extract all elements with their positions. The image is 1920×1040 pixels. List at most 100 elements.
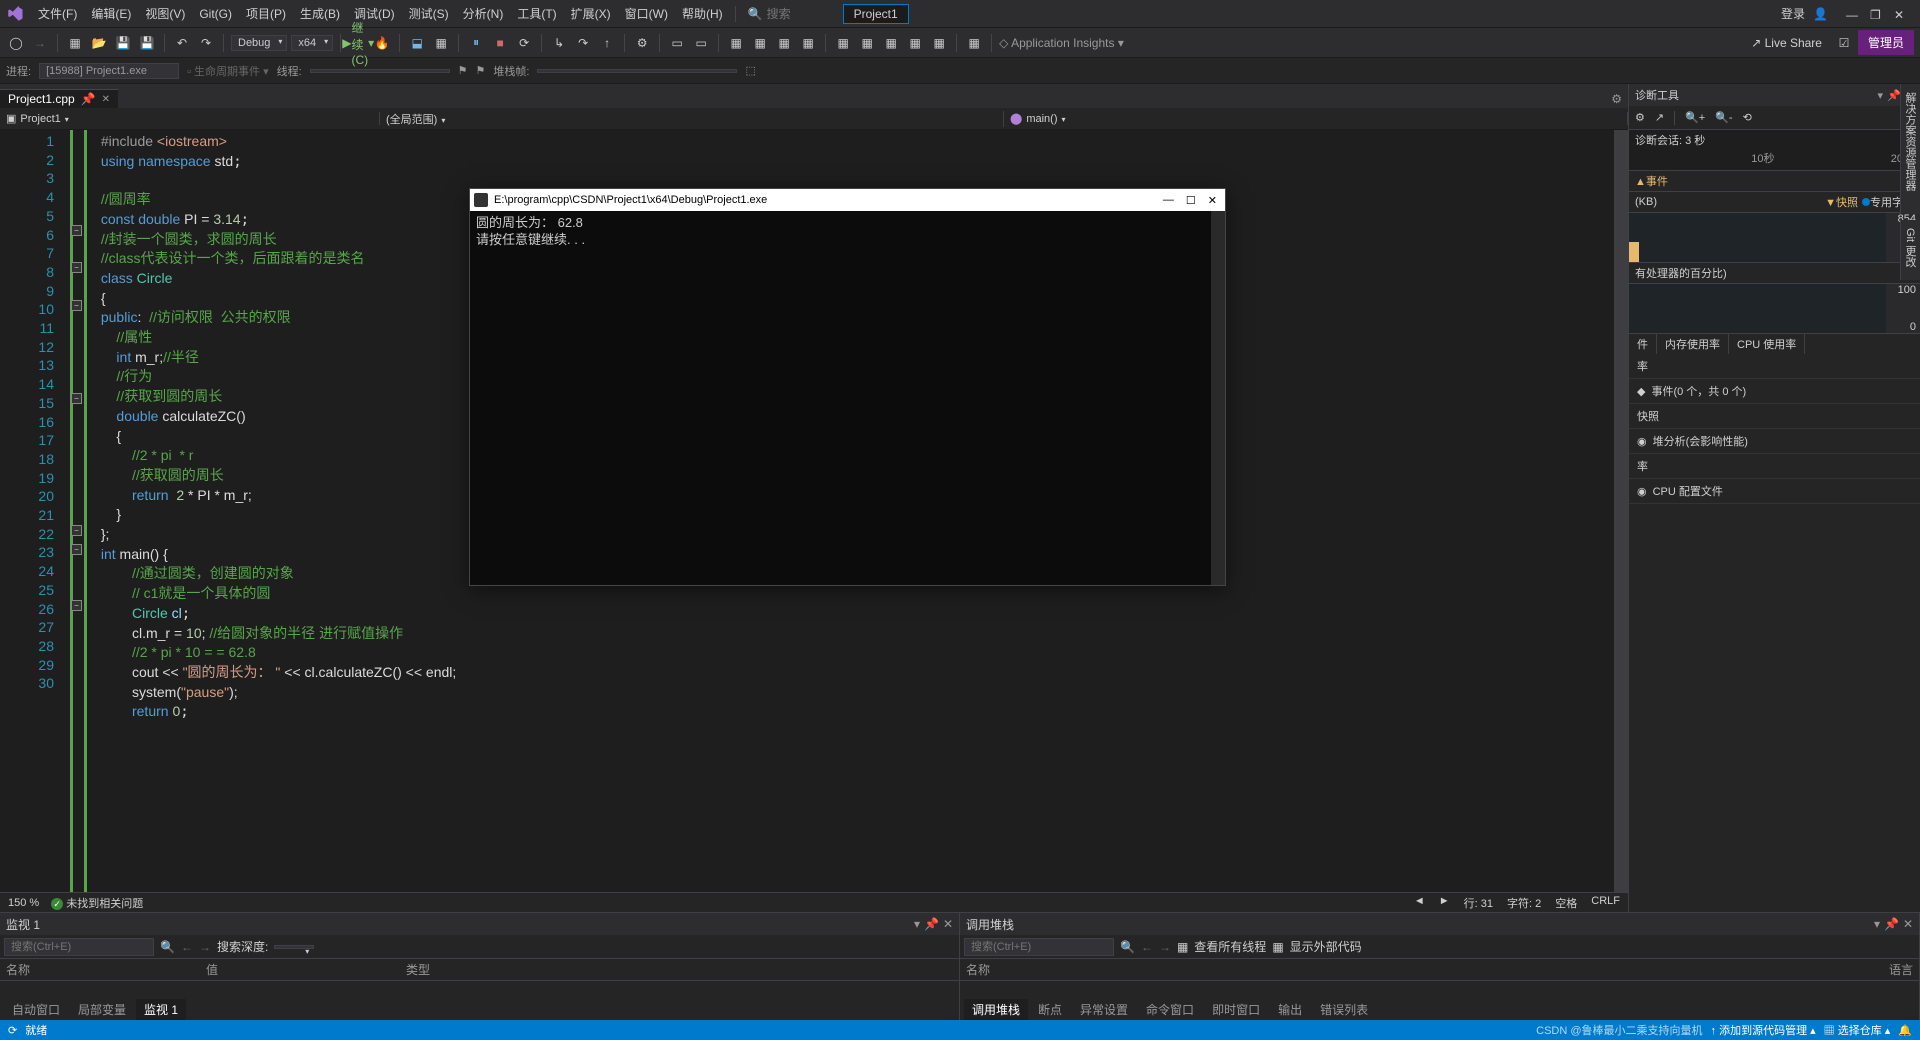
diag-item[interactable]: 快照 xyxy=(1629,404,1920,429)
proc-select[interactable]: [15988] Project1.exe xyxy=(39,63,179,79)
menu-help[interactable]: 帮助(H) xyxy=(676,3,729,24)
zoom-label[interactable]: 150 % xyxy=(8,897,39,909)
search-icon[interactable]: 🔍 xyxy=(160,940,175,954)
tb-icon-4[interactable]: ▭ xyxy=(667,33,687,53)
stack-select[interactable] xyxy=(537,69,737,73)
status-repo[interactable]: ↑ 添加到源代码管理 ▴ xyxy=(1711,1022,1816,1038)
tab-auto[interactable]: 自动窗口 xyxy=(4,999,68,1020)
menu-analyze[interactable]: 分析(N) xyxy=(457,3,510,24)
nav-fwd-icon[interactable]: → xyxy=(199,940,211,954)
menu-view[interactable]: 视图(V) xyxy=(139,3,191,24)
pause-icon[interactable]: ⏸ xyxy=(466,33,486,53)
diag-item[interactable]: ◆事件(0 个，共 0 个) xyxy=(1629,379,1920,404)
tb-grid7-icon[interactable]: ▦ xyxy=(881,33,901,53)
step-over-icon[interactable]: ↷ xyxy=(573,33,593,53)
nav-right-icon[interactable]: ► xyxy=(1439,895,1450,911)
menu-git[interactable]: Git(G) xyxy=(193,5,238,23)
close-icon[interactable]: ✕ xyxy=(1894,8,1906,20)
menu-tools[interactable]: 工具(T) xyxy=(511,3,562,24)
tab-pin-icon[interactable]: 📌 xyxy=(81,92,96,106)
diag-zoomin-icon[interactable]: 🔍+ xyxy=(1685,111,1705,124)
minimize-icon[interactable]: — xyxy=(1846,8,1858,20)
tb-icon-5[interactable]: ▭ xyxy=(691,33,711,53)
restart-icon[interactable]: ⟳ xyxy=(514,33,534,53)
tb2-icon3[interactable]: ⬚ xyxy=(745,64,755,77)
diag-item[interactable]: 率 xyxy=(1629,454,1920,479)
thread-select[interactable] xyxy=(310,69,450,73)
user-icon[interactable]: 👤 xyxy=(1813,7,1828,21)
watch-search-input[interactable] xyxy=(4,938,154,956)
tb-grid1-icon[interactable]: ▦ xyxy=(726,33,746,53)
gear-icon[interactable]: ⚙ xyxy=(1605,90,1628,108)
signin-link[interactable]: 登录 xyxy=(1781,5,1805,22)
tab-watch1[interactable]: 监视 1 xyxy=(136,999,186,1020)
menu-window[interactable]: 窗口(W) xyxy=(619,3,674,24)
tb-grid10-icon[interactable]: ▦ xyxy=(964,33,984,53)
console-scrollbar[interactable] xyxy=(1211,211,1225,585)
diag-mem-chart[interactable]: 8540 xyxy=(1629,212,1920,262)
callstack-search-input[interactable] xyxy=(964,938,1114,956)
fwd-icon[interactable]: → xyxy=(30,33,50,53)
feedback-icon[interactable]: ☑ xyxy=(1834,33,1854,53)
col-name[interactable]: 名称 xyxy=(966,961,1889,978)
tb-grid3-icon[interactable]: ▦ xyxy=(774,33,794,53)
nav-scope[interactable]: (全局范围) xyxy=(386,111,445,127)
step-out-icon[interactable]: ↑ xyxy=(597,33,617,53)
menu-extensions[interactable]: 扩展(X) xyxy=(565,3,617,24)
diag-item[interactable]: ◉CPU 配置文件 xyxy=(1629,479,1920,504)
tb-icon-2[interactable]: ▦ xyxy=(431,33,451,53)
status-bell-icon[interactable]: 🔔 xyxy=(1898,1024,1912,1037)
tab-immediate[interactable]: 即时窗口 xyxy=(1204,999,1268,1020)
tb-grid8-icon[interactable]: ▦ xyxy=(905,33,925,53)
issues-indicator[interactable]: ✓ 未找到相关问题 xyxy=(51,895,143,911)
nav-back-icon[interactable]: ← xyxy=(181,940,193,954)
console-output[interactable]: 圆的周长为： 62.8 请按任意键继续. . . xyxy=(470,211,1211,585)
editor-scrollbar[interactable] xyxy=(1614,130,1628,892)
panel-close-icon[interactable]: ✕ xyxy=(943,917,953,931)
console-titlebar[interactable]: E:\program\cpp\CSDN\Project1\x64\Debug\P… xyxy=(470,189,1225,211)
tab-project1-cpp[interactable]: Project1.cpp 📌 ✕ xyxy=(0,89,118,108)
redo-icon[interactable]: ↷ xyxy=(196,33,216,53)
tab-close-icon[interactable]: ✕ xyxy=(102,94,110,105)
nav-back-icon[interactable]: ← xyxy=(1141,940,1153,954)
save-icon[interactable]: 💾 xyxy=(113,33,133,53)
vtab-git[interactable]: Git 更改 xyxy=(1900,220,1920,280)
panel-close-icon[interactable]: ✕ xyxy=(1903,917,1913,931)
con-min-icon[interactable]: — xyxy=(1163,194,1174,207)
diag-zoomout-icon[interactable]: 🔍- xyxy=(1715,111,1732,124)
nav-func[interactable]: main() xyxy=(1026,113,1065,125)
diag-gear-icon[interactable]: ⚙ xyxy=(1635,111,1645,124)
menu-test[interactable]: 测试(S) xyxy=(403,3,455,24)
lifecycle-label[interactable]: ▫ 生命周期事件 ▾ xyxy=(187,63,269,79)
tb-icon-1[interactable]: ⬓ xyxy=(407,33,427,53)
diag-events-row[interactable]: ▲事件 ⏸ xyxy=(1629,170,1920,191)
tb-grid2-icon[interactable]: ▦ xyxy=(750,33,770,53)
search-icon[interactable]: 🔍 xyxy=(1120,940,1135,954)
panel-dd-icon[interactable]: ▾ xyxy=(914,917,920,931)
global-search[interactable]: 🔍 xyxy=(742,7,833,21)
col-type[interactable]: 类型 xyxy=(406,961,430,978)
continue-button[interactable]: ▶ 继续(C) ▾ xyxy=(348,33,368,53)
search-input[interactable] xyxy=(767,7,827,21)
status-select-repo[interactable]: ▦ 选择仓库 ▴ xyxy=(1824,1022,1891,1038)
nav-left-icon[interactable]: ◄ xyxy=(1414,895,1425,911)
ext-code-icon[interactable]: ▦ xyxy=(1272,940,1283,954)
fold-column[interactable]: − − − − − − − xyxy=(70,130,84,892)
back-icon[interactable]: ◯ xyxy=(6,33,26,53)
menu-file[interactable]: 文件(F) xyxy=(32,3,83,24)
config-select[interactable]: Debug xyxy=(231,35,287,51)
diag-item[interactable]: 率 xyxy=(1629,354,1920,379)
vtab-solution-explorer[interactable]: 解决方案资源管理器 xyxy=(1900,84,1920,214)
diag-item[interactable]: ◉堆分析(会影响性能) xyxy=(1629,429,1920,454)
tb-grid6-icon[interactable]: ▦ xyxy=(857,33,877,53)
ext-code-label[interactable]: 显示外部代码 xyxy=(1290,938,1362,955)
tab-callstack[interactable]: 调用堆栈 xyxy=(964,999,1028,1020)
tab-command[interactable]: 命令窗口 xyxy=(1138,999,1202,1020)
tab-output[interactable]: 输出 xyxy=(1270,999,1310,1020)
depth-select[interactable] xyxy=(274,945,314,949)
diag-tab-mem[interactable]: 内存使用率 xyxy=(1657,334,1729,354)
live-share[interactable]: ↗ Live Share xyxy=(1743,36,1830,50)
diag-out-icon[interactable]: ↗ xyxy=(1655,111,1664,124)
tab-locals[interactable]: 局部变量 xyxy=(70,999,134,1020)
tb-grid4-icon[interactable]: ▦ xyxy=(798,33,818,53)
